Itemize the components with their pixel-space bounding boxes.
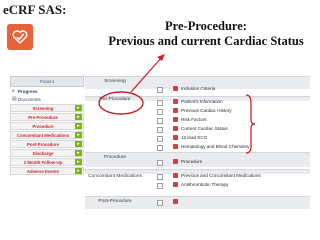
annotation-layer (98, 54, 256, 154)
brace-annotation (245, 94, 256, 154)
pointer-arrow (130, 56, 163, 93)
arrow-head-icon (157, 54, 165, 61)
highlight-circle (98, 91, 144, 115)
